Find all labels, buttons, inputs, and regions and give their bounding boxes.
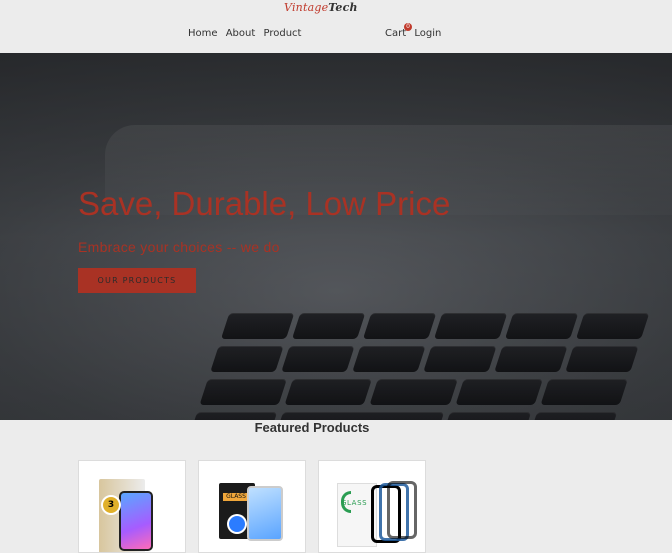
circle-badge-icon <box>229 516 245 532</box>
brand-part-2: Tech <box>328 1 358 14</box>
featured-products-list: 3 GLASS GLASS <box>78 460 426 553</box>
product-card[interactable]: 3 <box>78 460 186 553</box>
hero-banner <box>0 53 672 420</box>
phone-image <box>247 486 283 541</box>
product-card[interactable]: GLASS <box>198 460 306 553</box>
glass-label: GLASS <box>341 499 368 507</box>
brand-part-1: Vintage <box>284 1 329 14</box>
login-link[interactable]: Login <box>414 28 441 39</box>
nav-home-link[interactable]: Home <box>188 28 218 39</box>
site-header: VintageTech Home About Product Cart 0 Lo… <box>0 0 672 53</box>
nav-product-link[interactable]: Product <box>263 28 301 39</box>
phone-image <box>119 491 153 551</box>
featured-products-label: Featured Products <box>254 420 370 435</box>
primary-nav: Home About Product <box>188 28 306 39</box>
featured-products-title: Featured Products <box>0 420 672 435</box>
hero-subtitle: Embrace your choices -- we do <box>78 239 280 255</box>
product-card[interactable]: GLASS <box>318 460 426 553</box>
glass-label: GLASS <box>223 493 249 501</box>
nav-about-link[interactable]: About <box>226 28 256 39</box>
account-nav: Cart 0 Login <box>385 23 446 39</box>
pack-count-badge: 3 <box>101 495 121 515</box>
cart-label: Cart <box>385 28 407 39</box>
cart-count-badge: 0 <box>404 23 412 31</box>
brand-logo[interactable]: VintageTech <box>284 1 358 14</box>
cart-link[interactable]: Cart 0 <box>385 23 412 39</box>
phone-frame-image <box>387 481 417 539</box>
hero-title: Save, Durable, Low Price <box>78 185 451 222</box>
hero-overlay <box>0 53 672 420</box>
our-products-button[interactable]: OUR PRODUCTS <box>78 268 196 293</box>
